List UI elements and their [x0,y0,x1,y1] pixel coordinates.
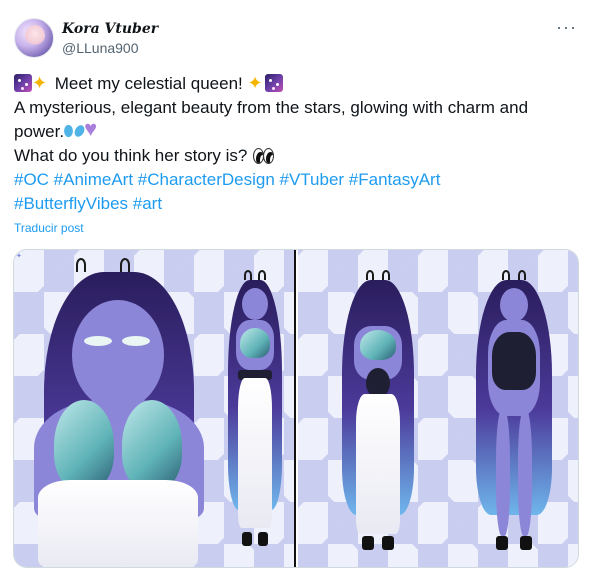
translate-post-link[interactable]: Traducir post [14,221,84,235]
eyes-icon [252,146,275,164]
hashtags-line-2[interactable]: #ButterflyVibes #art [14,192,579,216]
tweet-line-4: What do you think her story is? [14,144,579,168]
media-attachment[interactable]: ✦ [13,249,579,568]
media-panel-reference[interactable] [297,250,578,567]
media-panel-portrait[interactable]: ✦ [14,250,294,567]
milky-way-icon [265,74,284,92]
full-body-figure-a [214,270,294,567]
tweet-line-1: Meet my celestial queen! [14,71,579,96]
sparkles-icon [32,71,50,95]
panel-divider [294,250,296,567]
more-options-icon[interactable]: ··· [556,18,577,36]
tweet-line-1-text: Meet my celestial queen! [50,74,248,93]
sparkles-icon [247,71,265,95]
tweet-line-3: power. [14,117,579,144]
tweet-line-4-text: What do you think her story is? [14,146,253,165]
author-handle[interactable]: @LLuna900 [62,40,139,56]
portrait-figure [24,250,214,567]
butterfly-icon [64,122,84,140]
purple-heart-icon [84,117,102,141]
back-view-figure [328,270,428,567]
tweet-line-3-text: power. [14,122,65,141]
tweet-body: Meet my celestial queen! A mysterious, e… [14,71,579,216]
milky-way-icon [14,74,32,92]
watermark: ✦ [16,253,22,260]
front-body-figure [458,270,568,567]
author-display-name[interactable]: Kora Vtuber [62,21,158,37]
tweet-line-2: A mysterious, elegant beauty from the st… [14,98,529,117]
author-avatar[interactable] [14,18,54,58]
hashtags-line-1[interactable]: #OC #AnimeArt #CharacterDesign #VTuber #… [14,168,579,192]
